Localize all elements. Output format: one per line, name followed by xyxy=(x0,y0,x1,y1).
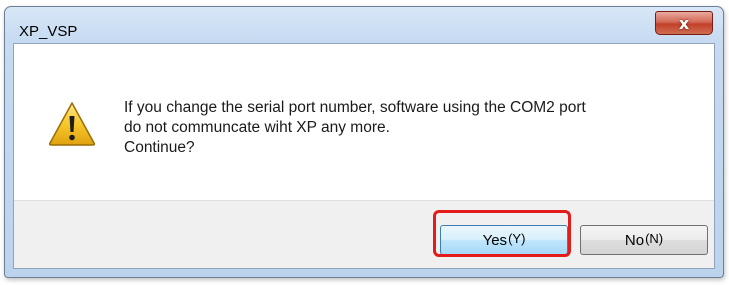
yes-button[interactable]: Yes (Y) xyxy=(440,225,568,255)
message-line: If you change the serial port number, so… xyxy=(124,99,586,116)
yes-button-label: Yes xyxy=(482,231,508,249)
no-button-accelerator: (N) xyxy=(645,230,664,246)
warning-icon xyxy=(48,102,96,146)
dialog-client-area: If you change the serial port number, so… xyxy=(13,43,715,269)
message-line: do not communcate wiht XP any more. xyxy=(124,119,390,136)
close-icon: x xyxy=(678,13,690,33)
no-button-label: No xyxy=(624,231,645,249)
yes-button-accelerator: (Y) xyxy=(508,230,526,246)
message-text: If you change the serial port number, so… xyxy=(124,98,586,158)
window-title: XP_VSP xyxy=(19,23,78,40)
message-line: Continue? xyxy=(124,139,195,156)
dialog-window: XP_VSP x If you change the serial port n… xyxy=(4,6,724,278)
message-area: If you change the serial port number, so… xyxy=(14,44,714,200)
title-bar[interactable]: XP_VSP x xyxy=(5,7,723,43)
close-button[interactable]: x xyxy=(655,11,713,35)
no-button[interactable]: No (N) xyxy=(580,225,708,255)
button-bar: Yes (Y) No (N) xyxy=(14,200,714,268)
